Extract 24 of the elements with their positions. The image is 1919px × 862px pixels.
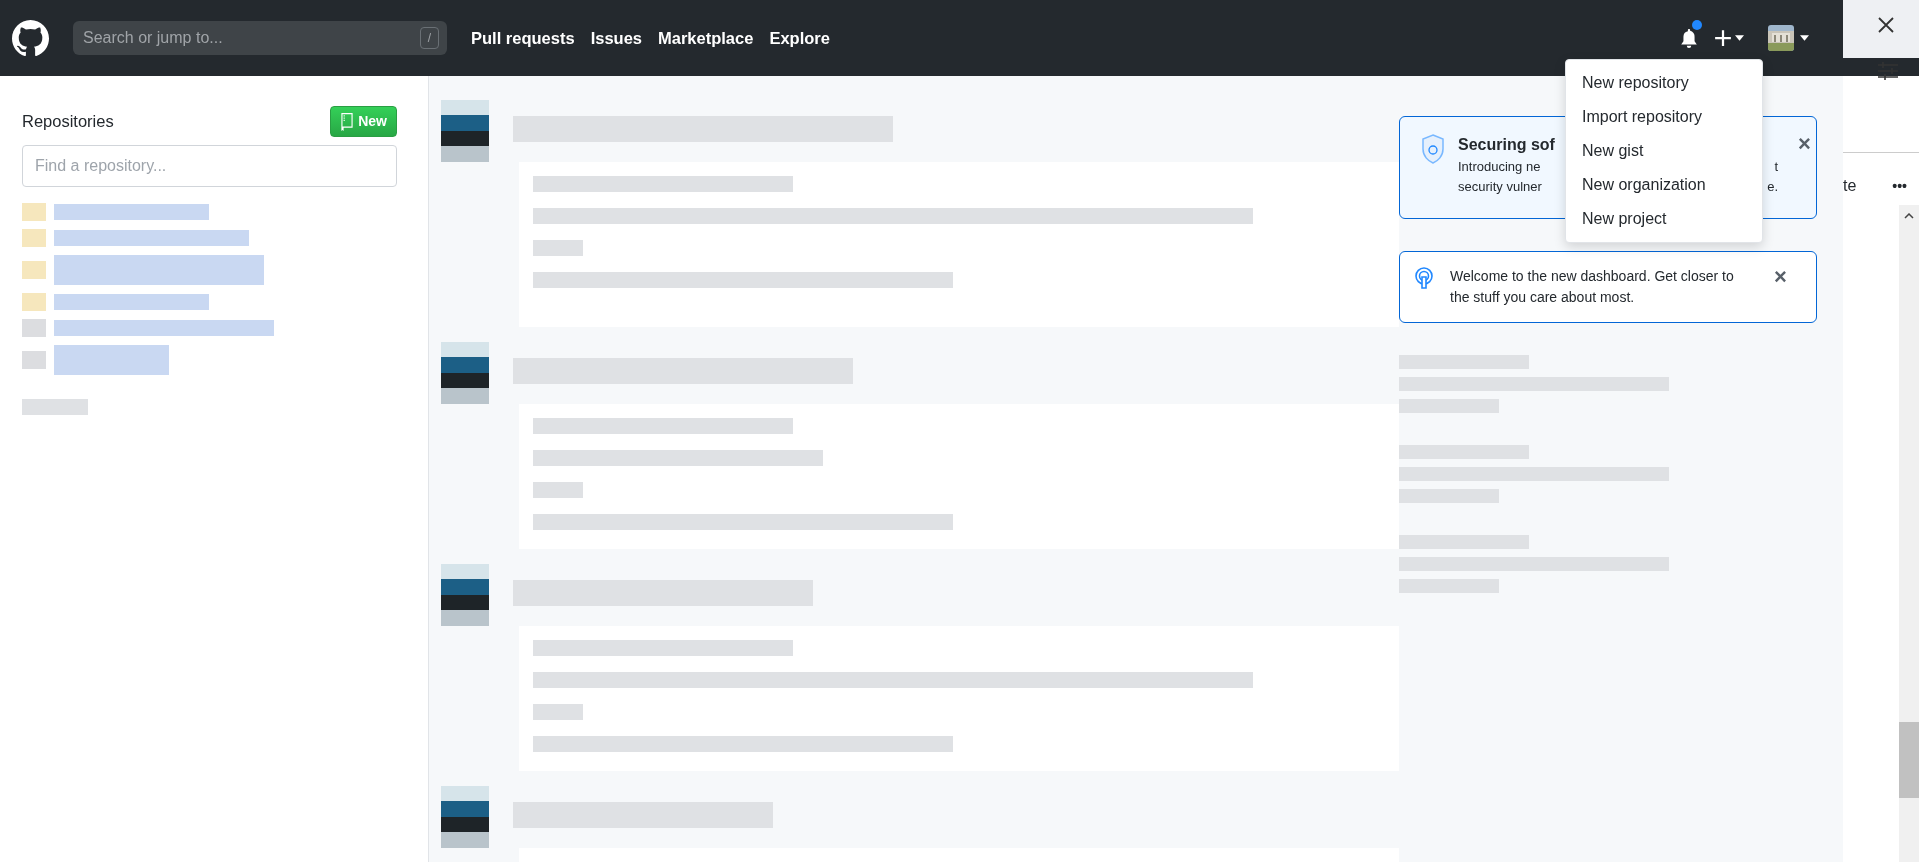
panel-text: te xyxy=(1843,176,1857,196)
menu-item[interactable]: New repository xyxy=(1566,66,1762,100)
menu-item[interactable]: New project xyxy=(1566,202,1762,236)
more-button[interactable]: ••• xyxy=(1892,175,1907,197)
notice-text: e. xyxy=(1767,177,1778,196)
menu-item[interactable]: Import repository xyxy=(1566,100,1762,134)
search-field[interactable]: Search or jump to... / xyxy=(73,21,447,55)
nav-link[interactable]: Pull requests xyxy=(471,25,575,51)
search-placeholder: Search or jump to... xyxy=(83,28,223,48)
shortcut-key: / xyxy=(419,27,439,49)
menu-item[interactable]: New organization xyxy=(1566,168,1762,202)
section-title: Repositories xyxy=(22,111,114,133)
filter-field[interactable]: Find a repository... xyxy=(22,145,397,187)
notice-text: Introducing ne xyxy=(1458,158,1541,176)
close-button[interactable]: × xyxy=(1798,133,1811,155)
notice-text: t xyxy=(1774,158,1778,176)
close-button[interactable]: × xyxy=(1774,266,1787,288)
nav-link[interactable]: Marketplace xyxy=(658,25,754,51)
nav-link[interactable]: Explore xyxy=(769,25,830,51)
notice-text: Welcome to the new dashboard. Get closer to the stuff you care about most. xyxy=(1450,267,1735,307)
menu-item[interactable]: New gist xyxy=(1566,134,1762,168)
notice-title: Securing sof xyxy=(1458,136,1555,153)
notice-text: security vulner xyxy=(1458,177,1542,196)
nav-link[interactable]: Issues xyxy=(590,25,642,51)
